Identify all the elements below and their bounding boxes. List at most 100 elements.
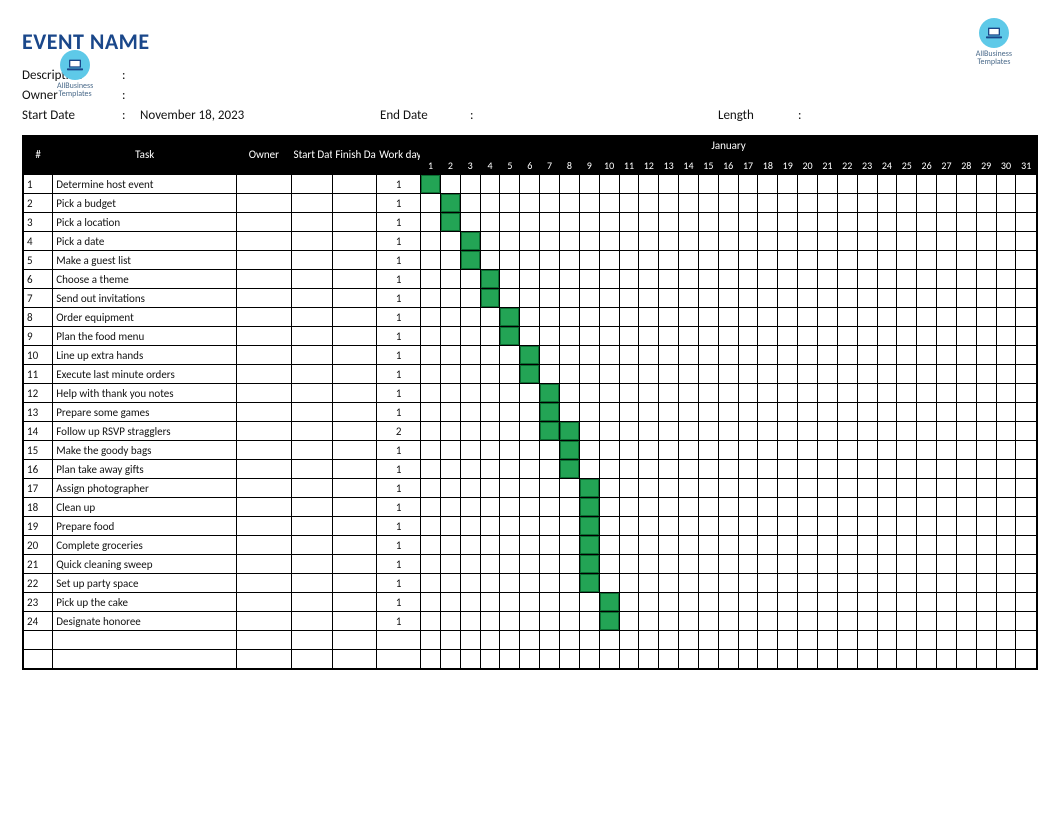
cell[interactable] xyxy=(333,251,377,270)
gantt-cell[interactable] xyxy=(798,232,818,251)
gantt-cell[interactable] xyxy=(798,536,818,555)
gantt-cell[interactable] xyxy=(1016,441,1037,460)
cell[interactable] xyxy=(333,479,377,498)
cell[interactable] xyxy=(333,460,377,479)
table-row[interactable]: 20Complete groceries1 xyxy=(24,536,1037,555)
gantt-cell[interactable] xyxy=(619,346,639,365)
gantt-cell[interactable] xyxy=(778,346,798,365)
gantt-cell[interactable] xyxy=(738,574,758,593)
gantt-cell[interactable] xyxy=(956,251,976,270)
gantt-cell[interactable] xyxy=(659,194,679,213)
gantt-cell[interactable] xyxy=(480,194,500,213)
gantt-cell[interactable] xyxy=(599,631,619,650)
cell[interactable] xyxy=(237,536,291,555)
gantt-cell[interactable] xyxy=(679,517,699,536)
gantt-cell[interactable] xyxy=(599,308,619,327)
gantt-cell[interactable] xyxy=(798,517,818,536)
gantt-cell[interactable] xyxy=(698,327,718,346)
gantt-cell[interactable] xyxy=(956,555,976,574)
gantt-cell[interactable] xyxy=(679,612,699,631)
gantt-cell[interactable] xyxy=(897,441,917,460)
gantt-cell[interactable] xyxy=(599,270,619,289)
table-row[interactable]: 21Quick cleaning sweep1 xyxy=(24,555,1037,574)
gantt-cell[interactable] xyxy=(937,422,957,441)
gantt-cell[interactable] xyxy=(718,194,738,213)
gantt-cell[interactable] xyxy=(500,289,520,308)
gantt-cell[interactable] xyxy=(798,574,818,593)
gantt-cell[interactable] xyxy=(817,327,837,346)
cell[interactable]: Quick cleaning sweep xyxy=(53,555,237,574)
gantt-cell[interactable] xyxy=(421,232,441,251)
gantt-cell[interactable] xyxy=(659,213,679,232)
gantt-cell[interactable] xyxy=(619,270,639,289)
gantt-cell[interactable] xyxy=(956,593,976,612)
gantt-cell[interactable] xyxy=(758,194,778,213)
gantt-cell[interactable] xyxy=(460,631,480,650)
gantt-cell[interactable] xyxy=(579,194,599,213)
gantt-cell[interactable] xyxy=(579,517,599,536)
gantt-cell[interactable] xyxy=(460,517,480,536)
gantt-cell[interactable] xyxy=(956,289,976,308)
gantt-cell[interactable] xyxy=(560,327,580,346)
cell[interactable] xyxy=(237,365,291,384)
gantt-cell[interactable] xyxy=(937,479,957,498)
gantt-cell[interactable] xyxy=(877,593,897,612)
gantt-cell[interactable] xyxy=(460,403,480,422)
gantt-cell[interactable] xyxy=(976,270,996,289)
table-row[interactable]: 18Clean up1 xyxy=(24,498,1037,517)
gantt-cell[interactable] xyxy=(480,536,500,555)
gantt-cell[interactable] xyxy=(599,403,619,422)
gantt-cell[interactable] xyxy=(560,194,580,213)
gantt-cell[interactable] xyxy=(837,631,857,650)
gantt-cell[interactable] xyxy=(599,289,619,308)
gantt-cell[interactable] xyxy=(520,498,540,517)
gantt-cell[interactable] xyxy=(857,232,877,251)
gantt-cell[interactable] xyxy=(520,346,540,365)
cell[interactable]: 2 xyxy=(377,422,421,441)
gantt-cell[interactable] xyxy=(778,327,798,346)
gantt-cell[interactable] xyxy=(897,194,917,213)
gantt-cell[interactable] xyxy=(500,536,520,555)
table-row[interactable]: 17Assign photographer1 xyxy=(24,479,1037,498)
gantt-cell[interactable] xyxy=(639,327,659,346)
gantt-cell[interactable] xyxy=(956,650,976,669)
gantt-cell[interactable] xyxy=(679,555,699,574)
gantt-cell[interactable] xyxy=(976,631,996,650)
cell[interactable]: 16 xyxy=(24,460,53,479)
gantt-cell[interactable] xyxy=(877,612,897,631)
gantt-cell[interactable] xyxy=(421,365,441,384)
gantt-cell[interactable] xyxy=(659,593,679,612)
gantt-cell[interactable] xyxy=(679,422,699,441)
gantt-cell[interactable] xyxy=(540,403,560,422)
gantt-cell[interactable] xyxy=(937,175,957,194)
gantt-cell[interactable] xyxy=(798,346,818,365)
cell[interactable]: 3 xyxy=(24,213,53,232)
cell[interactable] xyxy=(333,403,377,422)
gantt-cell[interactable] xyxy=(718,175,738,194)
gantt-cell[interactable] xyxy=(480,422,500,441)
gantt-cell[interactable] xyxy=(996,194,1016,213)
gantt-cell[interactable] xyxy=(579,403,599,422)
gantt-cell[interactable] xyxy=(540,194,560,213)
gantt-cell[interactable] xyxy=(421,194,441,213)
gantt-cell[interactable] xyxy=(421,612,441,631)
gantt-cell[interactable] xyxy=(460,479,480,498)
gantt-cell[interactable] xyxy=(599,574,619,593)
gantt-cell[interactable] xyxy=(659,232,679,251)
gantt-cell[interactable] xyxy=(679,289,699,308)
gantt-cell[interactable] xyxy=(659,422,679,441)
gantt-cell[interactable] xyxy=(718,555,738,574)
cell[interactable] xyxy=(333,308,377,327)
gantt-cell[interactable] xyxy=(659,555,679,574)
gantt-cell[interactable] xyxy=(698,384,718,403)
gantt-cell[interactable] xyxy=(976,365,996,384)
gantt-cell[interactable] xyxy=(897,612,917,631)
gantt-cell[interactable] xyxy=(877,384,897,403)
table-row[interactable]: 4Pick a date1 xyxy=(24,232,1037,251)
gantt-cell[interactable] xyxy=(917,289,937,308)
gantt-cell[interactable] xyxy=(837,365,857,384)
gantt-cell[interactable] xyxy=(421,175,441,194)
gantt-cell[interactable] xyxy=(956,536,976,555)
gantt-cell[interactable] xyxy=(837,403,857,422)
gantt-cell[interactable] xyxy=(877,346,897,365)
